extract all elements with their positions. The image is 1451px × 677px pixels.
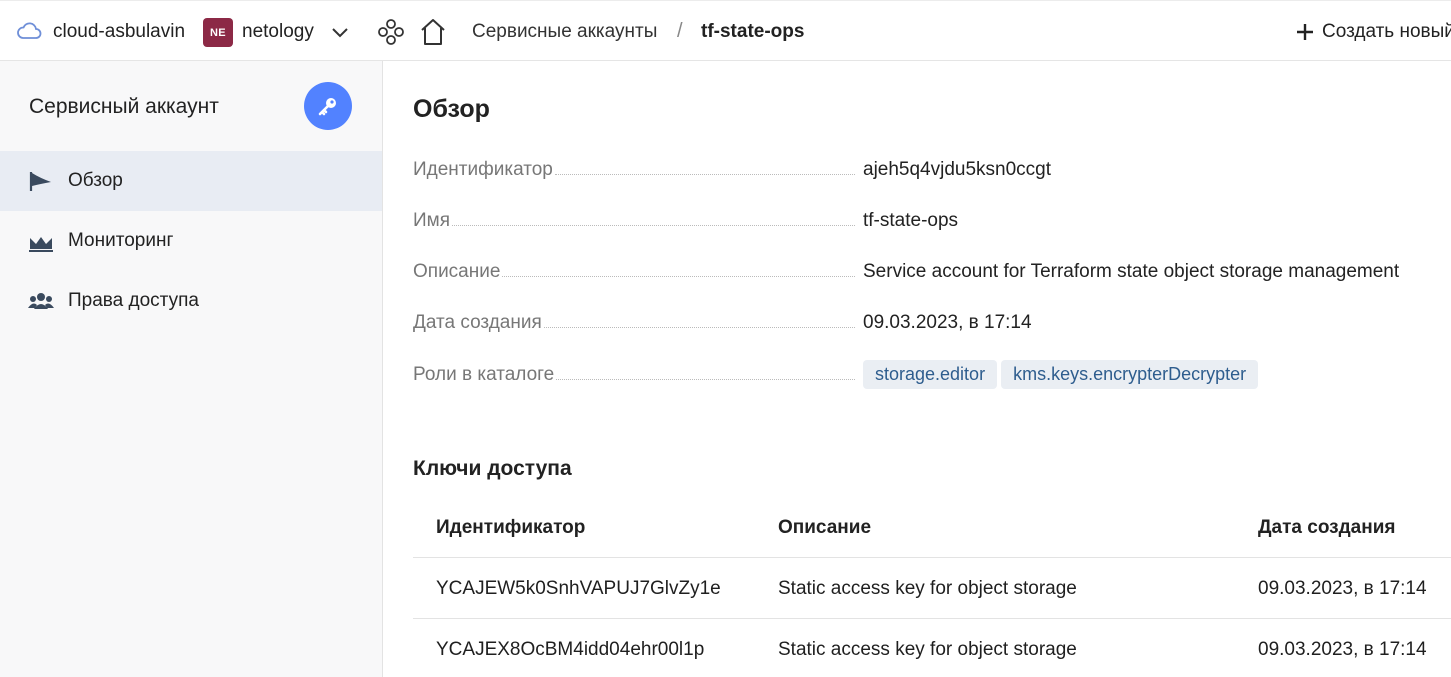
service-account-key-button[interactable] (304, 82, 352, 130)
key-icon (318, 98, 336, 116)
column-header-description: Описание (778, 517, 872, 538)
property-key: Дата создания (413, 312, 542, 333)
property-value: 09.03.2023, в 17:14 (863, 312, 1032, 333)
cloud-icon[interactable] (16, 20, 42, 42)
users-icon (28, 293, 54, 309)
cloud-name[interactable]: cloud-asbulavin (53, 21, 185, 43)
table-row[interactable]: YCAJEW5k0SnhVAPUJ7GlvZy1e Static access … (413, 558, 1451, 619)
roles-list: storage.editor kms.keys.encrypterDecrypte… (863, 360, 1262, 389)
access-keys-heading: Ключи доступа (413, 457, 572, 480)
folder-name[interactable]: netology (242, 21, 314, 43)
sidebar-item-overview[interactable]: Обзор (0, 151, 382, 211)
breadcrumb-current: tf-state-ops (701, 21, 805, 42)
property-key: Описание (413, 261, 501, 282)
property-row-name: Имя tf-state-ops (413, 210, 1451, 238)
top-bar: cloud-asbulavin NE netology Сервисные ак… (0, 0, 1451, 61)
property-value: Service account for Terraform state obje… (863, 261, 1400, 282)
breadcrumb-separator: / (677, 20, 683, 42)
sidebar-item-monitoring[interactable]: Мониторинг (0, 211, 382, 271)
key-id-cell: YCAJEW5k0SnhVAPUJ7GlvZy1e (436, 578, 721, 599)
table-header: Идентификатор Описание Дата создания (413, 497, 1451, 558)
property-row-created: Дата создания 09.03.2023, в 17:14 (413, 312, 1451, 340)
plus-icon (1297, 24, 1313, 40)
sidebar: Сервисный аккаунт Обзор Мониторинг Права… (0, 61, 383, 677)
property-value: tf-state-ops (863, 210, 959, 231)
home-icon[interactable] (419, 17, 447, 47)
services-icon[interactable] (377, 18, 405, 46)
sidebar-item-label: Мониторинг (68, 230, 174, 251)
key-created-cell: 09.03.2023, в 17:14 (1258, 639, 1427, 660)
property-key: Роли в каталоге (413, 364, 555, 385)
property-row-id: Идентификатор ajeh5q4vjdu5ksn0ccgt (413, 159, 1451, 187)
key-created-cell: 09.03.2023, в 17:14 (1258, 578, 1427, 599)
property-row-roles: Роли в каталоге storage.editor kms.keys.e… (413, 360, 1451, 392)
create-new-button[interactable]: Создать новый (1296, 21, 1451, 43)
key-description-cell: Static access key for object storage (778, 578, 1077, 599)
chevron-down-icon[interactable] (330, 23, 350, 41)
column-header-id: Идентификатор (436, 517, 586, 538)
area-chart-icon (29, 237, 53, 252)
property-key: Имя (413, 210, 451, 231)
key-id-cell: YCAJEX8OcBM4idd04ehr00l1p (436, 639, 705, 660)
create-new-label: Создать новый (1322, 21, 1451, 42)
overview-heading: Обзор (413, 95, 490, 123)
property-row-description: Описание Service account for Terraform s… (413, 261, 1451, 289)
folder-badge[interactable]: NE (203, 18, 233, 47)
role-chip: storage.editor (863, 360, 998, 389)
breadcrumb-service-accounts[interactable]: Сервисные аккаунты (472, 21, 657, 43)
sidebar-title: Сервисный аккаунт (29, 95, 219, 118)
flag-icon (29, 172, 51, 191)
column-header-created: Дата создания (1258, 517, 1396, 538)
table-row[interactable]: YCAJEX8OcBM4idd04ehr00l1p Static access … (413, 619, 1451, 677)
role-chip: kms.keys.encrypterDecrypter (1001, 360, 1259, 389)
key-description-cell: Static access key for object storage (778, 639, 1077, 660)
sidebar-item-label: Обзор (68, 170, 123, 191)
sidebar-item-access-rights[interactable]: Права доступа (0, 271, 382, 331)
sidebar-item-label: Права доступа (68, 290, 199, 311)
property-key: Идентификатор (413, 159, 553, 180)
property-value: ajeh5q4vjdu5ksn0ccgt (863, 159, 1052, 180)
access-keys-table: Идентификатор Описание Дата создания YCA… (413, 497, 1451, 677)
